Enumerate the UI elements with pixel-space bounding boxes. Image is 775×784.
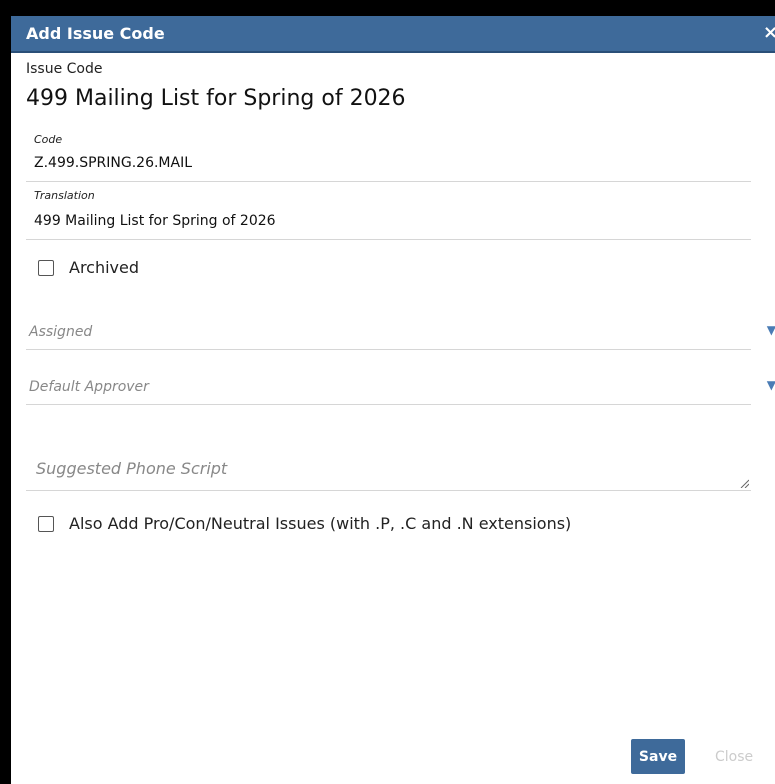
archived-label: Archived bbox=[69, 258, 140, 277]
resize-grip-icon[interactable] bbox=[739, 478, 749, 488]
also-add-label: Also Add Pro/Con/Neutral Issues (with .P… bbox=[69, 514, 572, 533]
assigned-placeholder: Assigned bbox=[29, 324, 93, 340]
phone-script-placeholder: Suggested Phone Script bbox=[36, 459, 228, 478]
code-label: Code bbox=[34, 133, 63, 146]
default-approver-select[interactable]: Default Approver ▼ bbox=[26, 372, 775, 405]
code-field[interactable]: Code Z.499.SPRING.26.MAIL bbox=[26, 124, 751, 182]
dropdown-arrow-icon[interactable]: ▼ bbox=[767, 323, 775, 337]
background-strip bbox=[0, 0, 775, 16]
assigned-select[interactable]: Assigned ▼ bbox=[26, 317, 775, 350]
save-button[interactable]: Save bbox=[631, 739, 685, 774]
code-value[interactable]: Z.499.SPRING.26.MAIL bbox=[34, 155, 192, 171]
translation-label: Translation bbox=[34, 189, 95, 202]
close-icon[interactable]: × bbox=[763, 22, 775, 43]
translation-value[interactable]: 499 Mailing List for Spring of 2026 bbox=[34, 213, 276, 229]
dropdown-arrow-icon[interactable]: ▼ bbox=[767, 378, 775, 392]
dialog-titlebar: Add Issue Code × bbox=[11, 16, 775, 53]
dialog-title: Add Issue Code bbox=[26, 24, 165, 43]
archived-checkbox[interactable] bbox=[38, 260, 54, 276]
suggested-phone-script-textarea[interactable]: Suggested Phone Script bbox=[26, 446, 751, 491]
add-issue-code-dialog: Add Issue Code × Issue Code 499 Mailing … bbox=[11, 16, 775, 784]
issue-code-heading-label: Issue Code bbox=[26, 61, 103, 77]
close-button[interactable]: Close bbox=[715, 749, 753, 765]
also-add-checkbox[interactable] bbox=[38, 516, 54, 532]
issue-code-heading-value: 499 Mailing List for Spring of 2026 bbox=[26, 86, 406, 111]
translation-field[interactable]: Translation 499 Mailing List for Spring … bbox=[26, 182, 751, 240]
default-approver-placeholder: Default Approver bbox=[29, 379, 149, 395]
